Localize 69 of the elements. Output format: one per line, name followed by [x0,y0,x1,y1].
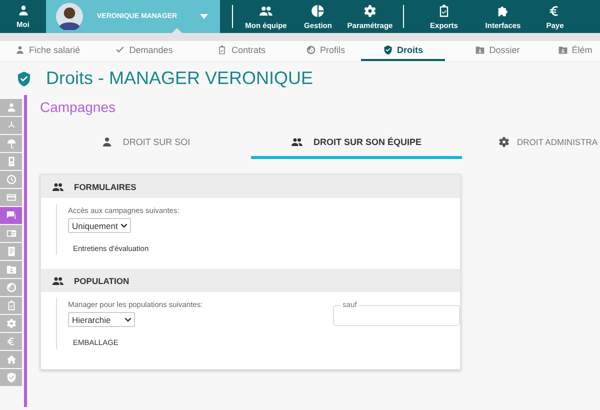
sidebar-button[interactable] [0,333,22,350]
clipboard-icon [437,4,451,18]
sidebar-button[interactable] [0,225,22,242]
sub-tab[interactable]: Droits [361,41,445,61]
sub-tab[interactable]: Dossier [445,41,550,61]
document-icon [6,246,16,257]
folder-icon [558,45,568,55]
sidebar-button[interactable] [0,189,22,206]
clipboard-icon [6,300,16,311]
section-title: Campagnes [40,99,116,115]
sidebar-button[interactable] [0,153,22,170]
id-card-icon [6,228,16,239]
sidebar-button[interactable] [0,171,22,188]
tab[interactable]: DROIT SUR SON ÉQUIPE [251,127,462,159]
sidebar-button[interactable] [0,297,22,314]
tab[interactable]: DROIT SUR SOI [40,127,251,159]
select-field[interactable]: Hierarchie [68,312,135,327]
people-icon [291,136,304,148]
chat-icon [6,210,16,221]
person-icon [14,45,25,55]
people-icon [52,180,64,192]
shield-icon [6,372,16,383]
person-icon [100,136,113,148]
settings-icon [498,136,510,148]
sidebar-button[interactable] [0,279,22,296]
person-icon [6,102,16,113]
caret-icon [120,224,127,228]
sidebar-button[interactable] [0,351,22,368]
sub-tab[interactable]: Profils [290,41,361,61]
shield-icon [16,70,32,86]
face-icon [6,282,16,293]
umbrella-icon [6,138,16,149]
folder-icon [6,264,16,275]
sub-tab[interactable]: Contrats [193,41,290,61]
clock-icon [6,174,16,185]
face-icon [306,45,316,55]
caret-icon [125,318,131,322]
home-icon [6,354,16,365]
sidebar-button[interactable] [0,117,22,134]
sidebar-button[interactable] [0,207,22,224]
page-title: Droits - MANAGER VERONIQUE [46,68,314,89]
sidebar-button[interactable] [0,315,22,332]
folder-icon [475,45,486,55]
shield-icon [382,45,393,55]
tab[interactable]: DROIT ADMINISTRA [462,127,600,159]
sidebar-button[interactable] [0,261,22,278]
check-icon [115,45,126,55]
avatar [56,3,83,30]
clipboard-icon [217,45,228,55]
sidebar-button[interactable] [0,99,22,116]
pie-chart-icon [311,4,325,18]
settings-icon [6,318,16,329]
puzzle-icon [496,4,510,18]
sub-tab[interactable]: Fiche salarié [0,41,95,61]
sub-tab[interactable]: Demandes [95,41,193,61]
sidebar-button[interactable] [0,243,22,260]
euro-icon [6,336,16,347]
sub-tab[interactable]: Élém [550,41,600,61]
card-icon [6,192,16,203]
person-icon [16,4,30,17]
people-icon [52,274,64,286]
caret-icon [200,14,208,19]
sidebar-button[interactable] [0,369,22,386]
settings-icon [363,4,377,18]
people-icon [259,4,273,18]
sidebar-button[interactable] [0,135,22,152]
select-field[interactable]: Uniquement [68,218,131,233]
panel-title: FORMULAIRES [74,182,136,192]
panel-title: POPULATION [74,276,130,286]
